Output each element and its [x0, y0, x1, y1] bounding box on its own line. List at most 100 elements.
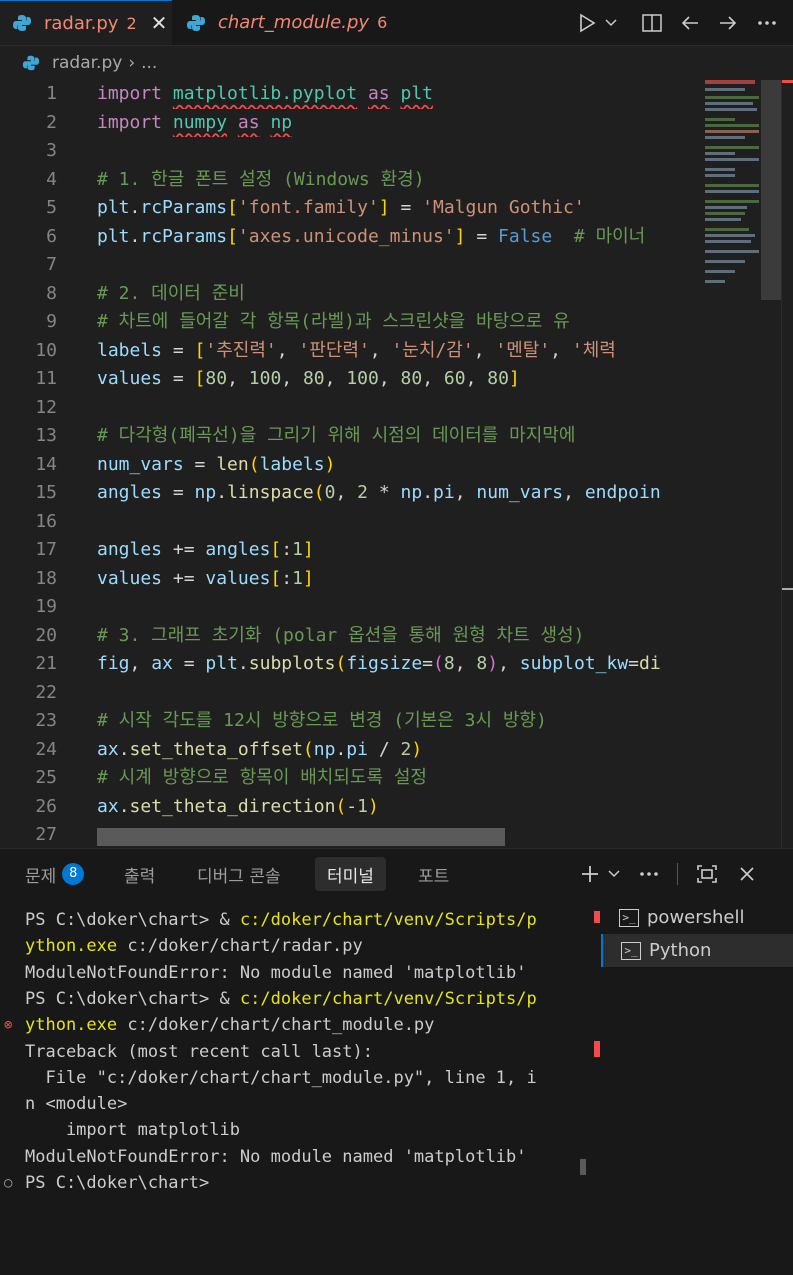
code-text: # 다각형(폐곡선)을 그리기 위해 시점의 데이터를 마지막에 [97, 422, 697, 451]
breadcrumb-file[interactable]: radar.py [52, 53, 122, 73]
horizontal-scrollbar[interactable] [97, 828, 505, 846]
tab-chart-module-py[interactable]: chart_module.py 6 [174, 0, 394, 45]
code-line[interactable]: 10 labels = ['추진력', '판단력', '눈치/감', '멘탈', … [0, 337, 793, 366]
tab-output[interactable]: 출력 [124, 857, 155, 891]
code-line[interactable]: 8 # 2. 데이터 준비 [0, 280, 793, 309]
close-panel-icon[interactable] [735, 861, 759, 887]
code-text: values = [80, 100, 80, 100, 80, 60, 80] [97, 365, 697, 394]
code-token: 100 [346, 368, 379, 389]
code-token: [ [270, 567, 282, 589]
code-token: [ [194, 339, 206, 361]
code-token: ) [411, 738, 423, 760]
code-token: set_theta_offset [129, 738, 303, 760]
bottom-panel: 문제 8 출력 디버그 콘솔 터미널 포트 PS C:\doker\chart>… [0, 848, 793, 1275]
code-editor[interactable]: 1 import matplotlib.pyplot as plt 2 import … [0, 80, 793, 848]
terminal-text: c:/doker/chart/chart_module.py [117, 1015, 435, 1036]
run-icon[interactable] [573, 9, 601, 37]
code-token: , [324, 368, 347, 389]
tab-radar-py[interactable]: radar.py 2 ✕ [0, 0, 172, 45]
tab-ports[interactable]: 포트 [418, 857, 449, 891]
code-line[interactable]: 25 # 시계 방향으로 항목이 배치되도록 설정 [0, 764, 793, 793]
code-token: labels [259, 453, 325, 475]
code-token: # 1. 한글 폰트 설정 (Windows 환경) [97, 168, 425, 190]
line-number: 17 [35, 539, 57, 560]
more-icon[interactable] [747, 9, 787, 37]
code-token: endpoin [584, 482, 661, 503]
code-token: '눈치/감' [391, 339, 474, 361]
code-text: # 시작 각도를 12시 방향으로 변경 (기본은 3시 방향) [97, 707, 697, 736]
chevron-down-icon[interactable] [601, 9, 621, 37]
code-token: = [172, 653, 206, 674]
code-token: : [281, 567, 293, 589]
more-icon[interactable] [636, 861, 662, 887]
code-token: = [162, 368, 195, 389]
code-token: angles [205, 539, 271, 560]
code-line[interactable]: 26 ax.set_theta_direction(-1) [0, 793, 793, 822]
code-line[interactable]: 5 plt.rcParams['font.family'] = 'Malgun G… [0, 194, 793, 223]
code-token: # 시계 방향으로 항목이 배치되도록 설정 [97, 767, 427, 788]
code-line[interactable]: 6 plt.rcParams['axes.unicode_minus'] = Fa… [0, 223, 793, 252]
code-token: 80 [487, 368, 509, 389]
code-token: 1 [292, 539, 303, 560]
code-token: pi [346, 738, 368, 760]
terminal-output[interactable]: PS C:\doker\chart> & c:/doker/chart/venv… [0, 907, 585, 1267]
line-number: 7 [46, 254, 57, 275]
code-text: ax.set_theta_offset(np.pi / 2) [97, 736, 697, 765]
code-line[interactable]: 16 [0, 508, 793, 537]
code-token: . [118, 738, 130, 760]
code-token: . [335, 738, 347, 760]
code-token: ] [508, 368, 520, 389]
tab-problems[interactable]: 문제 8 [25, 857, 85, 891]
code-token: # 시작 각도를 12시 방향으로 변경 (기본은 3시 방향) [97, 710, 547, 731]
code-line[interactable]: 19 [0, 593, 793, 622]
code-token: # 다각형(폐곡선)을 그리기 위해 시점의 데이터를 마지막에 [97, 425, 576, 446]
minimap[interactable] [697, 80, 760, 848]
code-line[interactable]: 3 [0, 137, 793, 166]
code-line[interactable]: 2 import numpy as np [0, 109, 793, 138]
plus-icon[interactable] [578, 861, 602, 887]
code-line[interactable]: 13 # 다각형(폐곡선)을 그리기 위해 시점의 데이터를 마지막에 [0, 422, 793, 451]
split-editor-icon[interactable] [633, 9, 671, 37]
terminal-item-powershell[interactable]: >_ powershell [601, 901, 793, 934]
code-line[interactable]: 4 # 1. 한글 폰트 설정 (Windows 환경) [0, 166, 793, 195]
code-line[interactable]: 21 fig, ax = plt.subplots(figsize=(8, 8),… [0, 650, 793, 679]
line-number: 9 [46, 311, 57, 332]
code-token: matplotlib.pyplot [172, 83, 358, 104]
code-token: num_vars [97, 453, 184, 475]
terminal-line: import matplotlib [25, 1117, 240, 1143]
code-line[interactable]: 20 # 3. 그래프 초기화 (polar 옵션을 통해 원형 차트 생성) [0, 622, 793, 651]
maximize-icon[interactable] [694, 861, 720, 887]
close-icon[interactable]: ✕ [151, 11, 168, 35]
code-line[interactable]: 15 angles = np.linspace(0, 2 * np.pi, num… [0, 479, 793, 508]
chevron-down-icon[interactable] [604, 861, 624, 887]
line-number: 21 [35, 653, 57, 674]
code-line[interactable]: 23 # 시작 각도를 12시 방향으로 변경 (기본은 3시 방향) [0, 707, 793, 736]
back-icon[interactable] [671, 9, 709, 37]
line-number: 2 [46, 111, 57, 133]
terminal-scrollbar[interactable] [580, 1159, 586, 1175]
code-line[interactable]: 9 # 차트에 들어갈 각 항목(라벨)과 스크린샷을 바탕으로 유 [0, 308, 793, 337]
code-line[interactable]: 7 [0, 251, 793, 280]
code-line[interactable]: 24 ax.set_theta_offset(np.pi / 2) [0, 736, 793, 765]
error-icon[interactable]: ⊗ [4, 1017, 12, 1033]
forward-icon[interactable] [709, 9, 747, 37]
terminal-line: ModuleNotFoundError: No module named 'ma… [25, 1144, 527, 1170]
code-line[interactable]: 18 values += values[:1] [0, 565, 793, 594]
code-token: += [162, 539, 206, 560]
code-line[interactable]: 11 values = [80, 100, 80, 100, 80, 60, 80… [0, 365, 793, 394]
tab-debug-console[interactable]: 디버그 콘솔 [197, 857, 281, 891]
vertical-scrollbar[interactable] [761, 80, 781, 300]
command-decoration-icon[interactable]: ○ [4, 1175, 12, 1191]
code-line[interactable]: 1 import matplotlib.pyplot as plt [0, 80, 793, 109]
terminal-item-python[interactable]: >_ Python [601, 934, 793, 967]
code-token: subplots [248, 653, 336, 674]
code-line[interactable]: 14 num_vars = len(labels) [0, 451, 793, 480]
code-line[interactable]: 22 [0, 679, 793, 708]
tab-terminal[interactable]: 터미널 [315, 857, 386, 891]
code-line[interactable]: 12 [0, 394, 793, 423]
breadcrumb-more[interactable]: ... [141, 53, 157, 73]
code-line[interactable]: 17 angles += angles[:1] [0, 536, 793, 565]
